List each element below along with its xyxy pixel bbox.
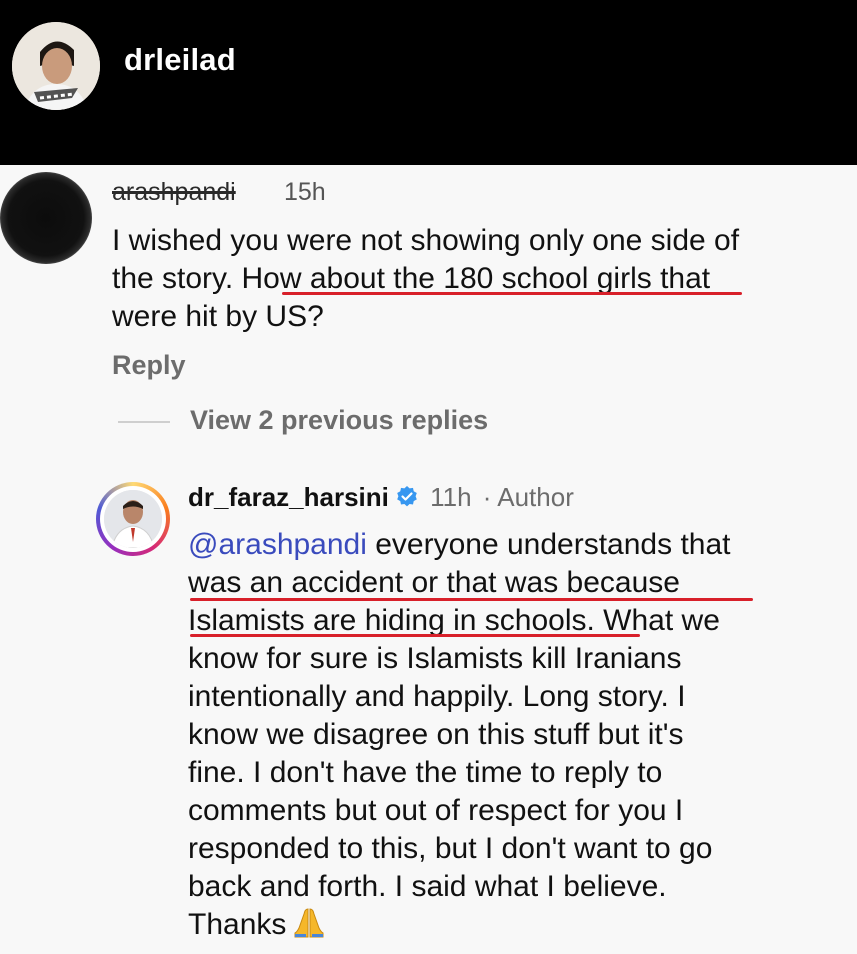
reply-line: responded to this, but I don't want to g…	[188, 832, 713, 865]
reply-text: @arashpandi everyone understands that wa…	[188, 526, 828, 950]
reply-button[interactable]: Reply	[112, 350, 186, 381]
commenter-avatar[interactable]	[0, 172, 92, 264]
comment-text: I wished you were not showing only one s…	[112, 222, 832, 336]
reply-line: back and forth. I said what I believe.	[188, 870, 667, 903]
reply-line-text: everyone understands that	[366, 528, 731, 561]
author-username[interactable]: dr_faraz_harsini	[188, 482, 389, 512]
comment-timestamp: 11h	[430, 482, 472, 512]
reply-line: @arashpandi everyone understands that	[188, 526, 828, 564]
red-underline-annotation	[282, 292, 742, 295]
reply-line: comments but out of respect for you I	[188, 794, 684, 827]
verified-badge-icon	[395, 485, 419, 516]
reply-line: know for sure is Islamists kill Iranians	[188, 642, 682, 675]
profile-username[interactable]: drleilad	[124, 42, 236, 78]
story-header: drleilad	[0, 0, 857, 165]
profile-photo-icon	[12, 22, 100, 110]
comment-line: were hit by US?	[112, 300, 324, 333]
comment-header: dr_faraz_harsini 11h · Author	[188, 482, 574, 516]
reply-line: intentionally and happily. Long story. I	[188, 680, 686, 713]
author-avatar[interactable]	[96, 482, 170, 556]
author-photo	[104, 490, 162, 548]
profile-avatar[interactable]	[12, 22, 100, 110]
avatar-ring-gap	[100, 486, 166, 552]
author-label: · Author	[482, 482, 574, 512]
author-photo-icon	[104, 490, 162, 548]
red-underline-annotation	[190, 634, 640, 637]
comment-timestamp: 15h	[284, 178, 326, 206]
reply-line: was an accident or that was because	[188, 566, 680, 599]
reply-line: Thanks	[188, 906, 828, 950]
comment-line: I wished you were not showing only one s…	[112, 224, 740, 257]
commenter-username[interactable]: arashpandi	[112, 178, 236, 207]
mention-link[interactable]: @arashpandi	[188, 528, 367, 561]
reply-line-text: Thanks	[188, 908, 287, 941]
reply-line: know we disagree on this stuff but it's	[188, 718, 684, 751]
folded-hands-emoji-icon	[292, 906, 326, 950]
view-replies-button[interactable]: View 2 previous replies	[190, 405, 488, 436]
divider	[118, 421, 170, 423]
red-underline-annotation	[190, 598, 753, 601]
reply-line: fine. I don't have the time to reply to	[188, 756, 663, 789]
